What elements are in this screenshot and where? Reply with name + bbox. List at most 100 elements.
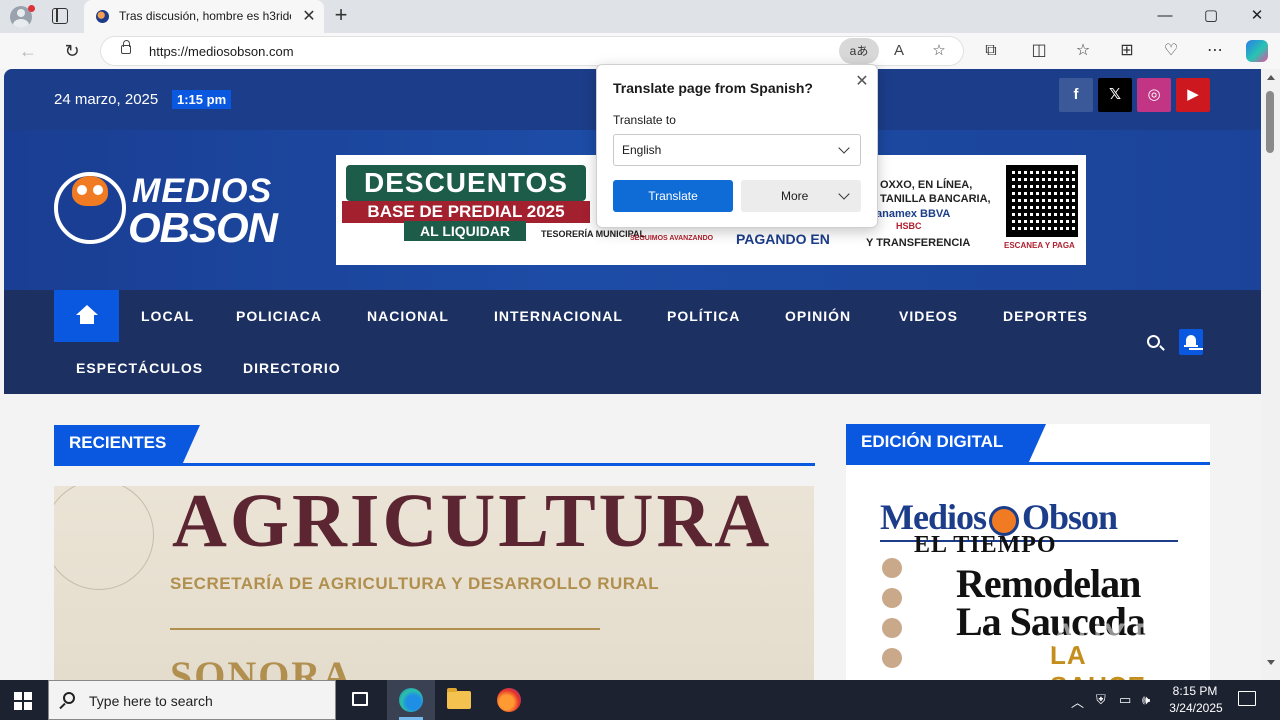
taskbar-file-explorer-button[interactable]: [435, 680, 483, 720]
columnist-photo: [882, 618, 902, 638]
taskbar-search-placeholder: Type here to search: [89, 693, 213, 709]
nav-item-deportes[interactable]: DEPORTES: [1003, 308, 1088, 324]
firefox-icon: [497, 688, 521, 712]
search-icon: [63, 692, 75, 704]
lock-icon[interactable]: [121, 40, 131, 54]
task-view-icon: [352, 692, 368, 706]
logo-text-line2: OBSON: [128, 204, 278, 251]
window-maximize-button[interactable]: ▢: [1188, 4, 1234, 28]
performance-icon[interactable]: ♡: [1160, 40, 1182, 62]
nav-item-videos[interactable]: VIDEOS: [899, 308, 958, 324]
nav-item-nacional[interactable]: NACIONAL: [367, 308, 449, 324]
feature-image-subtitle: SECRETARÍA DE AGRICULTURA Y DESARROLLO R…: [170, 574, 660, 593]
translate-button[interactable]: Translate: [613, 180, 733, 212]
taskbar-clock-time[interactable]: 8:15 PM: [1172, 684, 1218, 698]
address-bar[interactable]: https://mediosobson.com aあ A ☆: [100, 36, 964, 66]
columnist-photo: [882, 648, 902, 668]
security-icon[interactable]: ⛨: [1096, 692, 1106, 708]
feature-image-region: SONORA: [170, 653, 354, 680]
coat-of-arms-icon: [54, 486, 154, 590]
new-tab-button[interactable]: +: [331, 3, 351, 27]
more-options-label: More: [781, 189, 809, 203]
tray-chevron-icon[interactable]: ︿: [1071, 692, 1084, 711]
window-close-button[interactable]: ✕: [1234, 4, 1280, 28]
banner-title: DESCUENTOS: [346, 165, 586, 201]
site-time-badge: 1:15 pm: [172, 90, 232, 109]
nav-item-opinion[interactable]: OPINIÓN: [785, 308, 851, 324]
section-divider: [54, 463, 815, 466]
banner-tag: AL LIQUIDAR: [404, 221, 526, 241]
url-text[interactable]: https://mediosobson.com: [149, 44, 294, 59]
nav-item-local[interactable]: LOCAL: [141, 308, 194, 324]
tab-actions-icon[interactable]: [52, 8, 68, 24]
youtube-icon[interactable]: ▶: [1176, 78, 1210, 112]
site-favicon-icon: [96, 10, 109, 23]
nav-item-politica[interactable]: POLÍTICA: [667, 308, 740, 324]
taskbar-firefox-button[interactable]: [485, 680, 533, 720]
site-date: 24 marzo, 2025: [54, 91, 159, 108]
windows-start-icon[interactable]: [14, 692, 32, 710]
recientes-section-header: RECIENTES: [54, 425, 815, 467]
copilot-icon[interactable]: [1246, 40, 1268, 62]
back-icon[interactable]: ←: [17, 40, 39, 62]
window-minimize-button[interactable]: —: [1142, 4, 1188, 28]
featured-article-image[interactable]: AGRICULTURA SECRETARÍA DE AGRICULTURA Y …: [54, 486, 814, 680]
nav-home-button[interactable]: [54, 290, 119, 342]
taskbar-edge-button[interactable]: [387, 680, 435, 720]
scroll-thumb[interactable]: [1266, 91, 1274, 153]
task-view-button[interactable]: [336, 680, 384, 720]
x-icon[interactable]: 𝕏: [1098, 78, 1132, 112]
target-language-select[interactable]: English: [613, 134, 861, 166]
scroll-down-icon[interactable]: [1267, 660, 1275, 665]
bell-icon[interactable]: [1179, 329, 1203, 355]
nav-item-internacional[interactable]: INTERNACIONAL: [494, 308, 623, 324]
banner-escanea: ESCANEA Y PAGA: [1004, 241, 1075, 250]
nav-item-directorio[interactable]: DIRECTORIO: [243, 360, 341, 376]
translate-popup: Translate page from Spanish? ✕ Translate…: [596, 64, 878, 228]
read-aloud-icon[interactable]: A: [889, 41, 909, 61]
page-scrollbar[interactable]: [1261, 69, 1280, 680]
refresh-icon[interactable]: ↻: [61, 40, 83, 62]
site-logo[interactable]: MEDIOS OBSON: [54, 168, 278, 251]
nav-item-policiaca[interactable]: POLICIACA: [236, 308, 322, 324]
extensions-icon[interactable]: ⧉: [980, 40, 1002, 62]
profile-notification-dot: [28, 5, 35, 12]
paper-masthead: EL TIEMPO: [914, 532, 1057, 558]
collections-icon[interactable]: ⊞: [1116, 40, 1138, 62]
translate-icon[interactable]: aあ: [839, 38, 879, 64]
banner-hsbc: HSBC: [896, 221, 922, 231]
banner-seguimos: SEGUIMOS AVANZANDO: [630, 235, 714, 242]
columnist-photo: [882, 588, 902, 608]
feature-divider: [170, 628, 600, 630]
recientes-heading: RECIENTES: [54, 425, 200, 465]
split-screen-icon[interactable]: ◫: [1028, 40, 1050, 62]
banner-oxxo: OXXO, EN LÍNEA,: [880, 179, 973, 191]
scroll-up-icon[interactable]: [1267, 75, 1275, 80]
favorites-icon[interactable]: ☆: [1072, 40, 1094, 62]
notification-center-icon[interactable]: [1238, 691, 1256, 706]
close-icon[interactable]: ✕: [852, 71, 872, 91]
edicion-section-header: EDICIÓN DIGITAL: [846, 424, 1210, 466]
network-icon[interactable]: ▭: [1119, 692, 1131, 708]
owl-icon: [72, 176, 108, 206]
more-icon[interactable]: ⋯: [1204, 40, 1226, 62]
section-divider: [846, 462, 1210, 465]
main-navigation: LOCAL POLICIACA NACIONAL INTERNACIONAL POLÍT…: [4, 290, 1261, 394]
anyrun-watermark: ANY.RUN: [1052, 617, 1211, 655]
taskbar-search-box[interactable]: Type here to search: [48, 680, 336, 720]
facebook-icon[interactable]: f: [1059, 78, 1093, 112]
browser-tab-active[interactable]: Tras discusión, hombre es h3rido ✕: [84, 0, 324, 33]
taskbar-clock-date[interactable]: 3/24/2025: [1166, 701, 1226, 715]
favorite-star-icon[interactable]: ☆: [929, 41, 949, 61]
feature-image-title: AGRICULTURA: [172, 486, 773, 563]
chevron-down-icon: [838, 142, 850, 154]
nav-item-espectaculos[interactable]: ESPECTÁCULOS: [76, 360, 203, 376]
tab-close-icon[interactable]: ✕: [300, 6, 318, 26]
banner-ventanilla: TANILLA BANCARIA,: [880, 193, 991, 205]
search-icon[interactable]: [1147, 335, 1160, 348]
qr-code-icon: [1006, 165, 1078, 237]
instagram-icon[interactable]: ◎: [1137, 78, 1171, 112]
more-options-button[interactable]: More: [741, 180, 861, 212]
volume-icon[interactable]: 🕪: [1142, 692, 1150, 708]
tab-title: Tras discusión, hombre es h3rido: [119, 9, 291, 23]
